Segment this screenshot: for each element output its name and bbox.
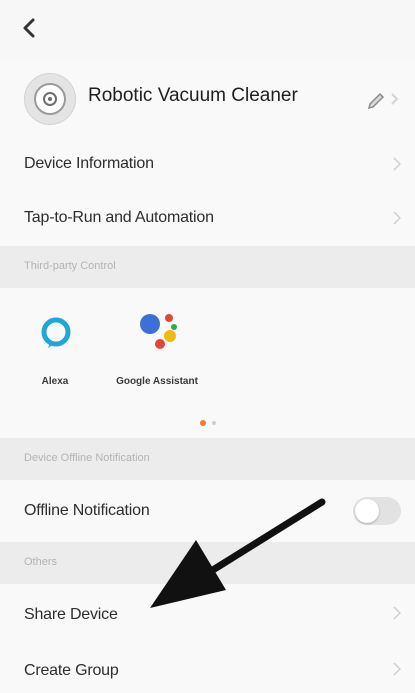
share-device-label: Share Device: [24, 606, 118, 623]
pager-indicator: [200, 420, 224, 426]
pager-dot: [212, 421, 216, 425]
back-icon[interactable]: [18, 14, 40, 42]
chevron-right-icon: [393, 606, 401, 620]
third-party-control-header: Third-party Control: [0, 246, 415, 288]
vacuum-icon: [34, 83, 66, 115]
create-group-label: Create Group: [24, 662, 119, 679]
google-assistant-label: Google Assistant: [116, 376, 198, 387]
section-label: Third-party Control: [24, 260, 116, 272]
toggle-knob: [355, 499, 379, 523]
share-device-item[interactable]: Share Device: [0, 584, 415, 643]
third-party-control-panel: Alexa Google Assistant: [0, 288, 415, 438]
others-header: Others: [0, 542, 415, 584]
alexa-item[interactable]: Alexa: [10, 308, 100, 408]
google-assistant-item[interactable]: Google Assistant: [112, 308, 202, 408]
offline-notification-toggle[interactable]: [353, 497, 401, 525]
device-name: Robotic Vacuum Cleaner: [88, 85, 298, 106]
offline-notification-item: Offline Notification: [0, 480, 415, 543]
top-bar: [0, 0, 415, 60]
google-assistant-icon: [140, 314, 177, 349]
chevron-right-icon: [393, 662, 401, 676]
device-header[interactable]: Robotic Vacuum Cleaner: [0, 60, 415, 138]
section-label: Others: [24, 556, 58, 568]
offline-notification-label: Offline Notification: [24, 502, 150, 519]
alexa-label: Alexa: [41, 376, 69, 387]
device-information-label: Device Information: [24, 155, 154, 172]
create-group-item[interactable]: Create Group: [0, 642, 415, 693]
tap-to-run-item[interactable]: Tap-to-Run and Automation: [0, 192, 415, 247]
device-avatar: [24, 73, 76, 125]
section-label: Device Offline Notification: [24, 452, 150, 464]
tap-to-run-label: Tap-to-Run and Automation: [24, 209, 214, 226]
device-offline-notification-header: Device Offline Notification: [0, 438, 415, 480]
pager-dot-active: [200, 420, 206, 426]
chevron-right-icon: [393, 211, 401, 225]
alexa-icon: [41, 317, 71, 348]
edit-icon[interactable]: [358, 84, 402, 114]
device-information-item[interactable]: Device Information: [0, 138, 415, 193]
chevron-right-icon: [393, 157, 401, 171]
